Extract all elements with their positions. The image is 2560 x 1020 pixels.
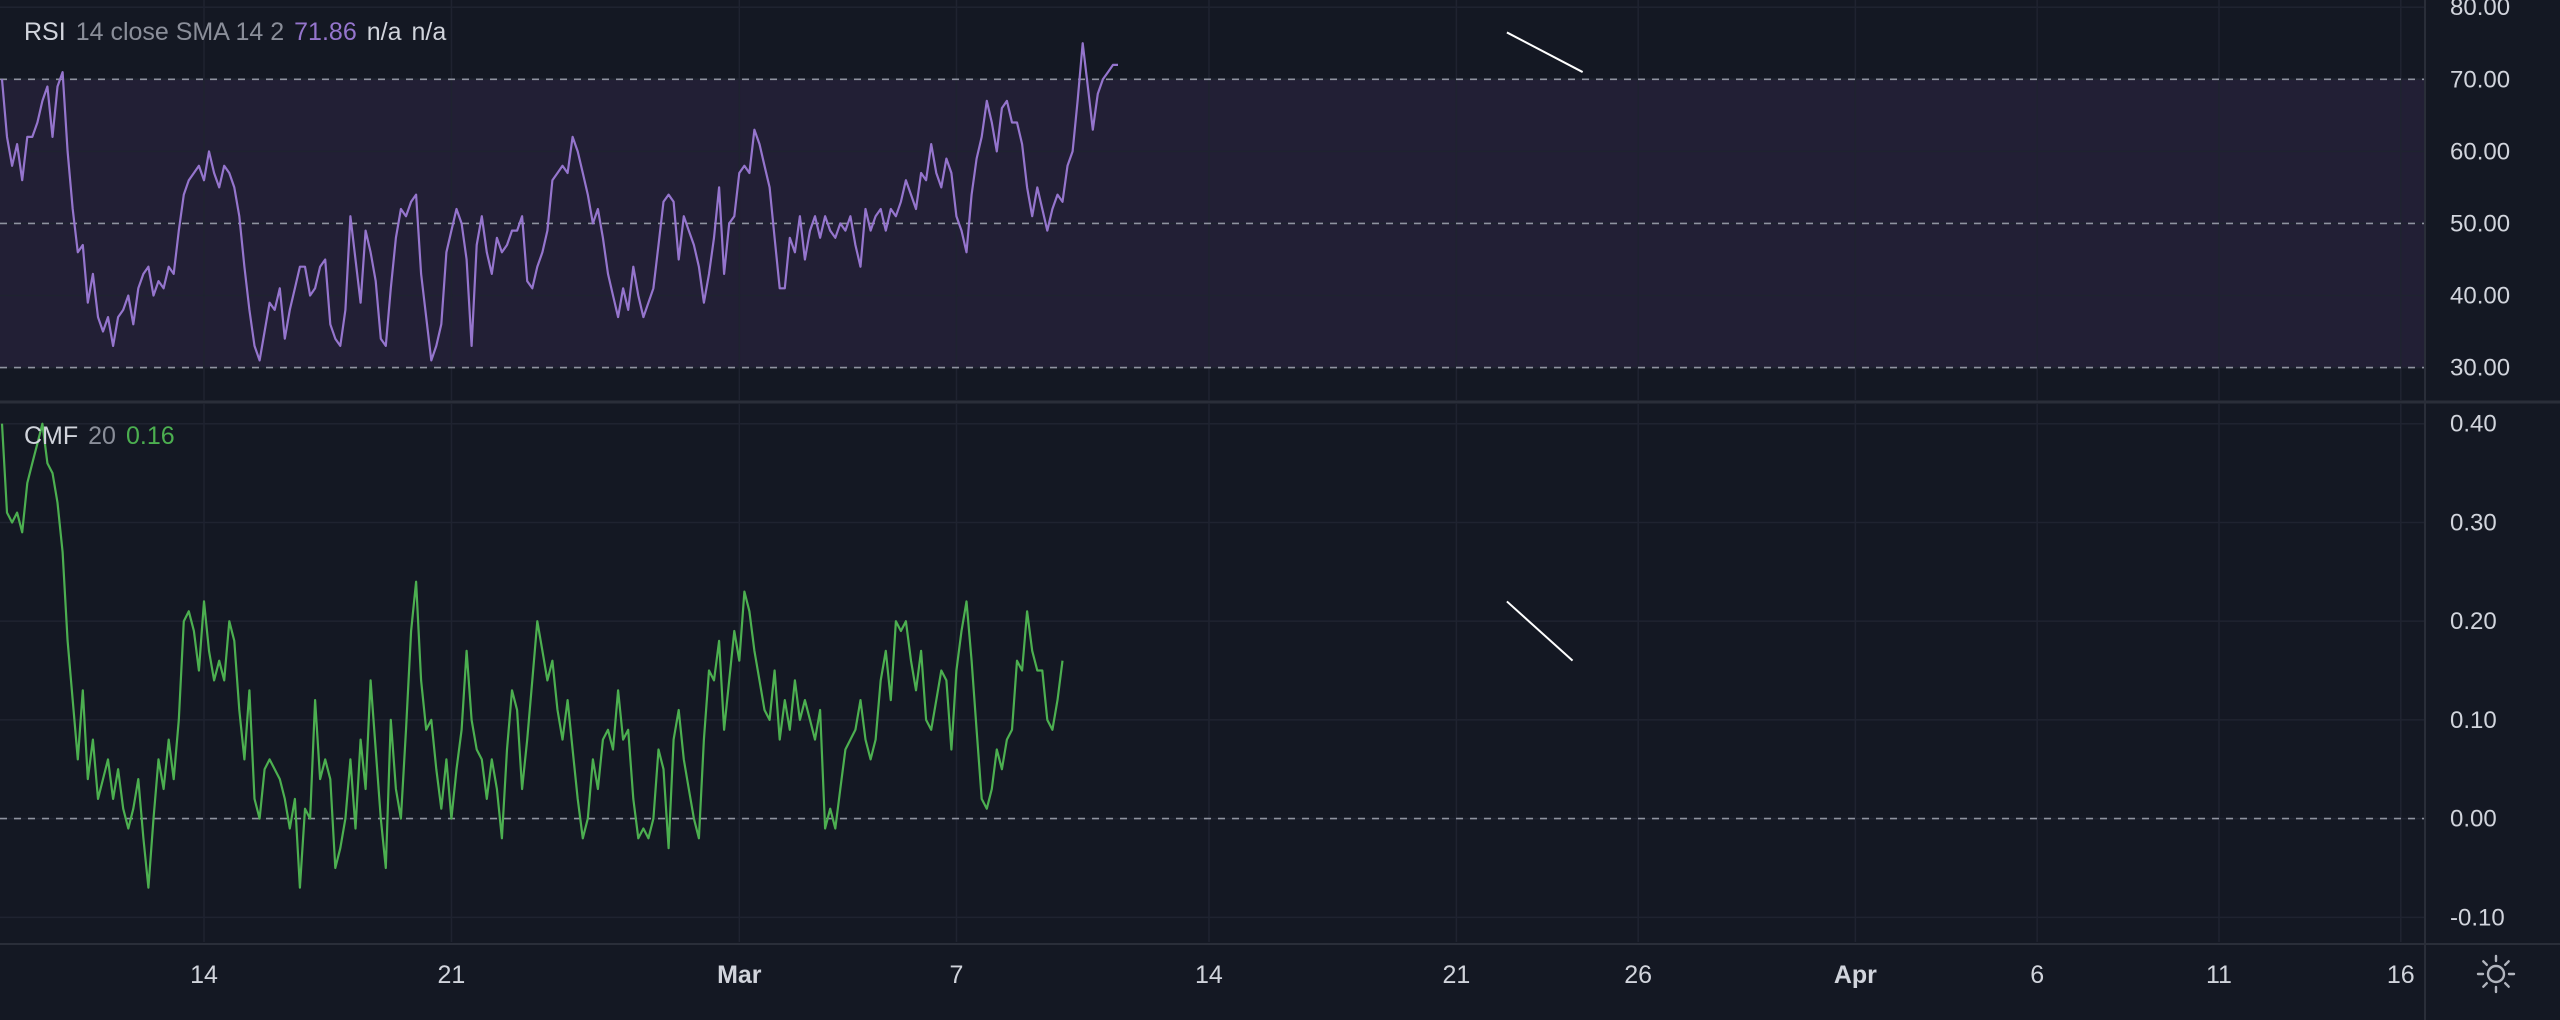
cmf-legend-value: 0.16 [125, 422, 175, 450]
cmf-y-tick-label: 0.00 [2450, 806, 2497, 833]
time-tick-label: 16 [2387, 961, 2415, 989]
gear-icon[interactable] [2474, 952, 2518, 996]
time-tick-label: 11 [2206, 961, 2232, 989]
indicator-chart[interactable]: 80.0070.0060.0050.0040.0030.00 0.400.300… [0, 0, 2560, 1020]
cmf-y-tick-label: 0.10 [2450, 707, 2497, 734]
rsi-legend-params: 14 close SMA 14 2 [75, 18, 285, 46]
rsi-legend-na-2: n/a [411, 18, 447, 46]
time-tick-label: 6 [2030, 961, 2044, 989]
cmf-y-tick-label: -0.10 [2450, 904, 2505, 931]
rsi-y-tick-label: 80.00 [2450, 0, 2510, 21]
time-tick-label: 7 [949, 961, 963, 989]
rsi-legend: RSI 14 close SMA 14 2 71.86 n/a n/a [24, 18, 456, 47]
time-tick-label: 21 [1442, 961, 1470, 989]
cmf-y-tick-label: 0.30 [2450, 509, 2497, 536]
time-tick-label: Mar [717, 961, 762, 989]
time-tick-label: 21 [438, 961, 466, 989]
cmf-legend: CMF 20 0.16 [24, 422, 185, 451]
cmf-legend-name: CMF [24, 422, 79, 450]
cmf-y-tick-label: 0.20 [2450, 608, 2497, 635]
rsi-y-tick-label: 50.00 [2450, 210, 2510, 237]
rsi-y-tick-label: 60.00 [2450, 138, 2510, 165]
rsi-y-tick-label: 40.00 [2450, 282, 2510, 309]
time-tick-label: Apr [1834, 961, 1877, 989]
time-tick-label: 14 [190, 961, 218, 989]
cmf-legend-params: 20 [88, 422, 116, 450]
rsi-legend-na-1: n/a [366, 18, 402, 46]
rsi-legend-name: RSI [24, 18, 66, 46]
rsi-legend-value: 71.86 [294, 18, 357, 46]
cmf-y-tick-label: 0.40 [2450, 411, 2497, 438]
rsi-y-tick-label: 30.00 [2450, 355, 2510, 382]
time-tick-label: 26 [1624, 961, 1652, 989]
rsi-y-tick-label: 70.00 [2450, 66, 2510, 93]
time-tick-label: 14 [1195, 961, 1223, 989]
